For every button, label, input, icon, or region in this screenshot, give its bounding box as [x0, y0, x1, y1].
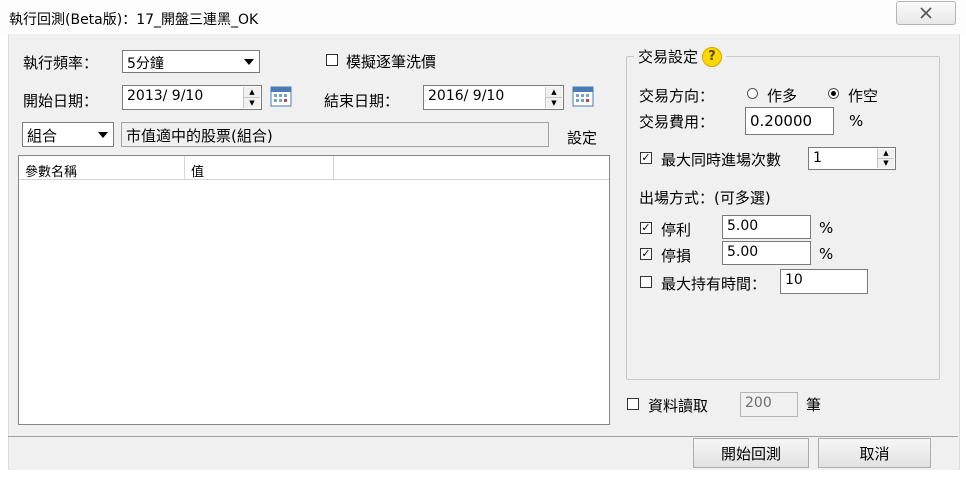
end-date-field[interactable]: 2016/ 9/10 ▲ ▼: [423, 85, 564, 110]
combo-type-select[interactable]: 組合: [22, 122, 114, 147]
chevron-down-icon: [94, 124, 112, 145]
take-profit-label: 停利: [661, 221, 692, 239]
start-backtest-button[interactable]: 開始回測: [693, 438, 809, 468]
max-entries-field[interactable]: 1 ▲ ▼: [808, 147, 896, 170]
data-read-value: 200: [745, 395, 772, 411]
start-date-field[interactable]: 2013/ 9/10 ▲ ▼: [122, 85, 262, 110]
max-hold-checkbox[interactable]: [640, 276, 652, 288]
data-read-checkbox[interactable]: [627, 398, 639, 410]
take-profit-input[interactable]: 5.00: [722, 215, 811, 239]
stop-loss-value: 5.00: [727, 244, 759, 260]
chevron-down-icon: [240, 52, 258, 71]
params-table[interactable]: 參數名稱 值: [18, 155, 610, 425]
column-header-filler: [334, 156, 609, 180]
spin-up-icon[interactable]: ▲: [244, 87, 260, 97]
settings-link[interactable]: 設定: [567, 127, 597, 148]
close-button[interactable]: [896, 1, 956, 25]
stop-loss-input[interactable]: 5.00: [722, 241, 811, 265]
calendar-icon[interactable]: [270, 85, 292, 107]
frequency-value: 5分鐘: [127, 56, 164, 72]
fee-input[interactable]: 0.20000: [745, 107, 834, 135]
exit-method-label: 出場方式：(可多選): [639, 189, 771, 207]
data-read-input: 200: [740, 392, 798, 417]
trade-settings-title: 交易設定 ?: [634, 46, 727, 67]
stop-loss-label: 停損: [661, 247, 692, 265]
max-entries-spinner[interactable]: ▲ ▼: [877, 149, 894, 168]
trade-settings-label: 交易設定: [638, 48, 699, 66]
stop-loss-checkbox[interactable]: ✓: [640, 248, 652, 260]
end-date-spinner[interactable]: ▲ ▼: [545, 87, 562, 108]
combo-name-field: 市值適中的股票(組合): [121, 122, 549, 147]
max-entries-checkbox[interactable]: ✓: [640, 152, 652, 164]
stop-loss-percent: %: [819, 245, 834, 263]
direction-short-label: 作空: [848, 87, 879, 105]
fee-label: 交易費用：: [639, 113, 715, 131]
max-hold-label: 最大持有時間：: [661, 275, 767, 293]
max-hold-input[interactable]: 10: [780, 269, 868, 294]
combo-type-value: 組合: [27, 127, 58, 145]
simulate-label: 模擬逐筆洗價: [346, 53, 437, 71]
direction-label: 交易方向：: [639, 87, 715, 105]
frequency-select[interactable]: 5分鐘: [122, 50, 260, 73]
max-entries-label: 最大同時進場次數: [661, 151, 782, 169]
start-date-label: 開始日期：: [23, 92, 99, 110]
combo-name-value: 市值適中的股票(組合): [126, 127, 273, 145]
fee-value: 0.20000: [750, 112, 813, 130]
max-entries-value: 1: [813, 150, 822, 166]
take-profit-percent: %: [819, 219, 834, 237]
backtest-dialog: 執行回測(Beta版)：17_開盤三連黑_OK 執行頻率： 5分鐘 模擬逐筆洗價…: [0, 0, 966, 488]
spin-up-icon[interactable]: ▲: [546, 87, 562, 97]
end-date-label: 結束日期：: [324, 92, 400, 110]
direction-long-radio[interactable]: [747, 88, 758, 99]
cancel-button[interactable]: 取消: [818, 438, 931, 468]
close-icon: [920, 7, 932, 19]
direction-short-radio[interactable]: [828, 88, 839, 99]
take-profit-checkbox[interactable]: ✓: [640, 222, 652, 234]
footer-divider: [8, 436, 958, 437]
start-date-spinner[interactable]: ▲ ▼: [243, 87, 260, 108]
max-hold-value: 10: [785, 272, 803, 288]
start-date-value: 2013/ 9/10: [127, 88, 204, 104]
calendar-icon[interactable]: [572, 85, 594, 107]
window-title: 執行回測(Beta版)：17_開盤三連黑_OK: [9, 12, 259, 28]
fee-percent: %: [849, 112, 864, 130]
data-read-unit: 筆: [806, 396, 822, 414]
data-read-label: 資料讀取: [648, 397, 709, 415]
title-bar: 執行回測(Beta版)：17_開盤三連黑_OK: [0, 0, 966, 34]
spin-down-icon[interactable]: ▼: [244, 97, 260, 108]
frequency-label: 執行頻率：: [23, 54, 99, 72]
simulate-checkbox[interactable]: [326, 54, 338, 66]
direction-long-label: 作多: [767, 87, 798, 105]
column-header-param-name[interactable]: 參數名稱: [19, 156, 185, 180]
help-icon[interactable]: ?: [702, 46, 723, 67]
spin-down-icon[interactable]: ▼: [878, 158, 894, 168]
spin-up-icon[interactable]: ▲: [878, 149, 894, 158]
spin-down-icon[interactable]: ▼: [546, 97, 562, 108]
end-date-value: 2016/ 9/10: [428, 88, 505, 104]
take-profit-value: 5.00: [727, 218, 759, 234]
column-header-value[interactable]: 值: [185, 156, 334, 180]
